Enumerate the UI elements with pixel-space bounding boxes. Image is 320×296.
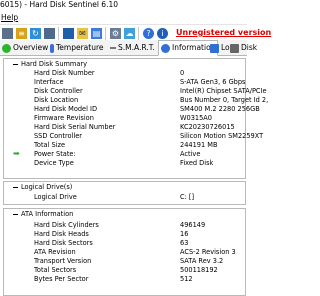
section-header[interactable]: Logical Drive(s) xyxy=(13,183,72,191)
table-row: Total Sectors 500118192 xyxy=(34,266,218,274)
table-row: Total Size 244191 MB xyxy=(34,141,218,149)
tab-smart[interactable]: S.M.A.R.T. xyxy=(110,41,155,55)
drive-icon[interactable] xyxy=(2,28,13,39)
toolbar-divider xyxy=(58,27,59,40)
section-header[interactable]: Hard Disk Summary xyxy=(13,60,87,68)
tab-label: Overview xyxy=(13,43,49,52)
tab-label: Temperature xyxy=(56,43,104,52)
settings-icon[interactable]: ⚙ xyxy=(110,28,121,39)
unregistered-version-link[interactable]: Unregistered version xyxy=(176,28,271,37)
tab-overview[interactable]: Overview xyxy=(2,41,48,55)
toolbar-divider xyxy=(138,27,139,40)
table-row: Transport Version SATA Rev 3.2 xyxy=(34,257,224,265)
info-icon xyxy=(161,43,170,53)
table-row: ATA Revision ACS-2 Revision 3 xyxy=(34,248,236,256)
info-icon[interactable]: i xyxy=(157,28,168,39)
table-row: Device Type Fixed Disk xyxy=(34,159,214,167)
disk-icon xyxy=(230,43,239,53)
table-row: Disk Controller Intel(R) Chipset SATA/PCI… xyxy=(34,87,267,95)
tab-label: Information xyxy=(172,43,216,52)
harddrive-icon[interactable] xyxy=(63,28,74,39)
toolbar-divider xyxy=(105,27,106,40)
section-ata-information: ATA Information Hard Disk Cylinders 49614… xyxy=(3,208,246,296)
refresh-icon[interactable]: ↻ xyxy=(30,28,41,39)
thermometer-icon xyxy=(50,43,54,53)
collapse-icon[interactable] xyxy=(13,186,18,188)
section-summary: Hard Disk Summary Hard Disk Number 0 Inte… xyxy=(3,58,269,179)
section-logical-drives: Logical Drive(s) Logical Drive C: [] xyxy=(3,181,246,205)
disk-stack-icon[interactable] xyxy=(44,28,55,39)
collapse-icon[interactable] xyxy=(13,63,18,65)
collapse-icon[interactable] xyxy=(13,213,18,215)
table-row: Logical Drive C: [] xyxy=(34,193,195,201)
cloud-icon[interactable]: ☁ xyxy=(124,28,135,39)
mail-icon[interactable]: ✉ xyxy=(77,28,88,39)
arrow-right-icon: ➡ xyxy=(13,149,20,158)
table-row: Hard Disk Heads 16 xyxy=(34,230,189,238)
graph-icon[interactable]: ▤ xyxy=(91,28,102,39)
table-row: ➡ Power State: Active xyxy=(13,149,201,159)
log-icon xyxy=(210,43,219,53)
window-title: 6015) - Hard Disk Sentinel 6.10 xyxy=(0,0,119,9)
information-panel: Hard Disk Summary Hard Disk Number 0 Inte… xyxy=(0,56,269,296)
help-icon[interactable]: ? xyxy=(143,28,154,39)
tab-label: Disk xyxy=(241,43,258,52)
table-row: Interface S-ATA Gen3, 6 Gbps xyxy=(34,78,246,86)
check-circle-icon xyxy=(2,43,11,53)
tab-bar: Overview Temperature S.M.A.R.T. Informat… xyxy=(0,40,257,56)
table-row: Bytes Per Sector 512 xyxy=(34,275,193,283)
table-row: Disk Location Bus Number 0, Target Id 2, xyxy=(34,96,269,104)
tab-disk[interactable]: Disk xyxy=(230,41,257,55)
menu-help[interactable]: Help xyxy=(1,13,18,22)
section-header[interactable]: ATA Information xyxy=(13,210,73,218)
tab-label: S.M.A.R.T. xyxy=(118,43,155,52)
table-row: SSD Controller Silicon Motion SM2259XT xyxy=(34,132,264,140)
table-row: Firmware Revision W0315A0 xyxy=(34,114,213,122)
menu-bar: Help xyxy=(0,12,248,24)
window-title-bar: 6015) - Hard Disk Sentinel 6.10 xyxy=(0,0,247,12)
tab-temperature[interactable]: Temperature xyxy=(50,41,104,55)
table-row: Hard Disk Number 0 xyxy=(34,69,185,77)
toolbar: ≡ ↻ ✉ ▤ ⚙ ☁ ? i Unregistered version xyxy=(0,24,271,41)
table-row: Hard Disk Sectors 63 xyxy=(34,239,189,247)
table-row: Hard Disk Serial Number KC20230726015 xyxy=(34,123,235,131)
table-row: Hard Disk Model ID SM400 M.2 2280 256GB xyxy=(34,105,260,113)
smart-dots-icon xyxy=(110,47,116,49)
report-icon[interactable]: ≡ xyxy=(16,28,27,39)
table-row: Hard Disk Cylinders 496149 xyxy=(34,221,206,229)
